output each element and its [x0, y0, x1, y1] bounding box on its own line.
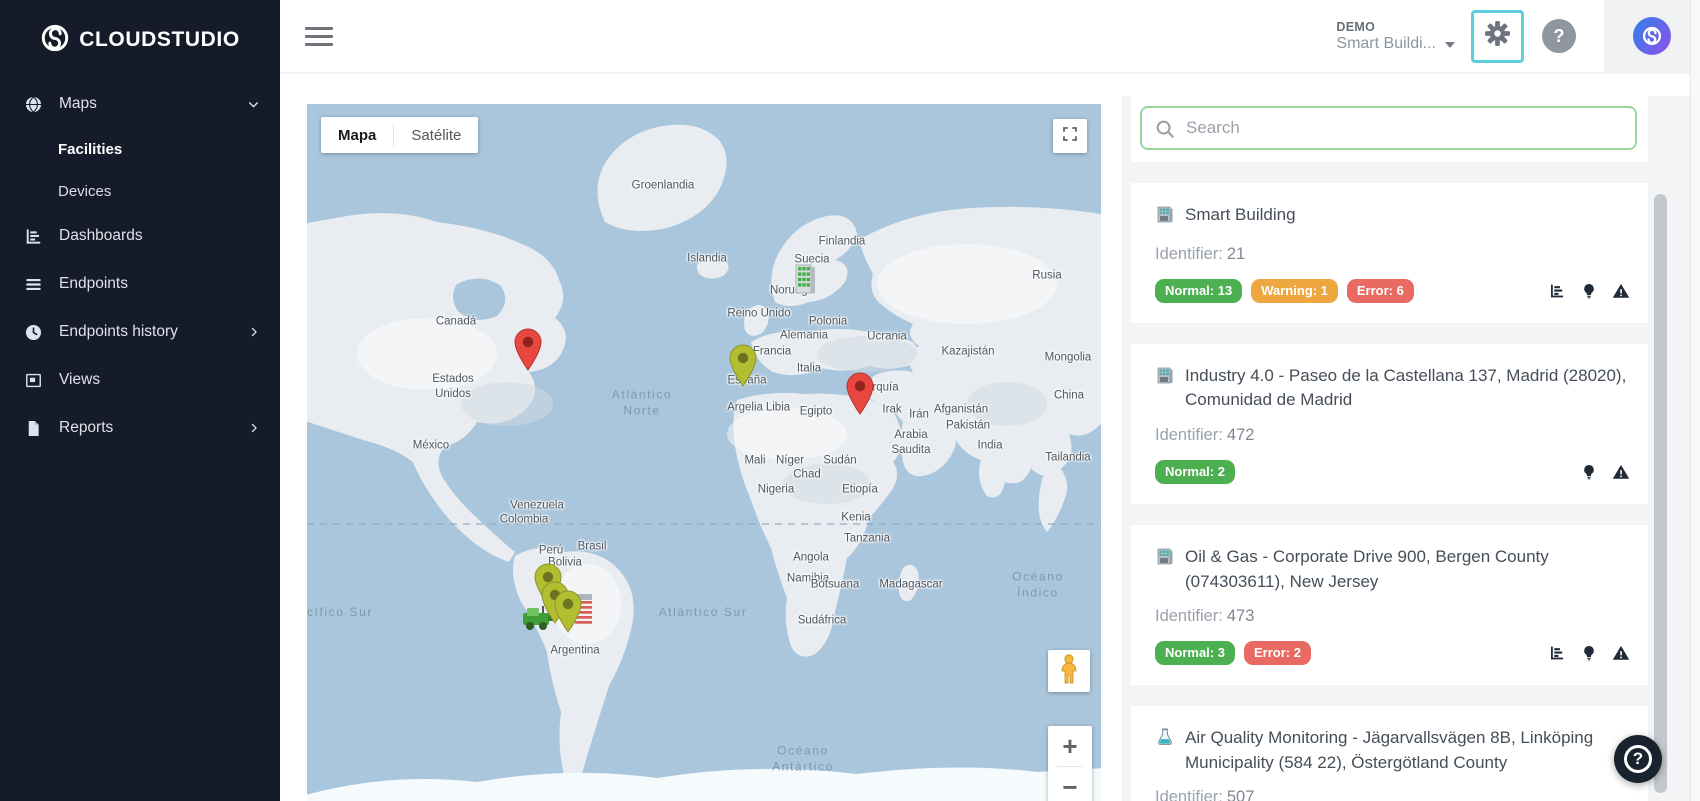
marker-pin-canada[interactable] [513, 327, 543, 376]
status-badge-normal: Normal: 2 [1155, 459, 1235, 484]
bulb-action-icon[interactable] [1581, 283, 1597, 299]
chart-action-icon[interactable] [1548, 644, 1566, 662]
facility-card-air-quality[interactable]: Air Quality Monitoring - Jägarvallsvägen… [1131, 706, 1648, 801]
marker-building-sweden[interactable] [793, 263, 818, 300]
sidebar-item-label: Endpoints history [59, 323, 178, 340]
sidebar-item-label: Devices [58, 182, 112, 200]
question-mark-icon: ? [1553, 25, 1565, 46]
chevron-right-icon [248, 326, 260, 338]
map-type-satellite-button[interactable]: Satélite [394, 127, 478, 144]
map-canvas[interactable]: Groenlandia Islandia Finlandia Suecia Norueg… [307, 104, 1101, 801]
sidebar-item-label: Views [59, 371, 101, 388]
fullscreen-icon [1061, 125, 1079, 148]
facility-name: Smart Building [1185, 205, 1296, 224]
zoom-control: + − [1048, 726, 1092, 801]
gear-icon [1484, 20, 1511, 52]
status-badge-normal: Normal: 3 [1155, 641, 1235, 666]
bulb-action-icon[interactable] [1581, 464, 1597, 480]
header-help-button[interactable]: ? [1542, 19, 1576, 53]
chart-action-icon[interactable] [1548, 282, 1566, 300]
pegman-icon [1058, 653, 1080, 689]
chevron-down-icon [247, 98, 260, 111]
facility-card-industry-4-0[interactable]: Industry 4.0 - Paseo de la Castellana 13… [1131, 343, 1648, 504]
sidebar: CLOUDSTUDIO Maps Facilities Devices Dash… [0, 0, 280, 801]
clock-icon [23, 323, 44, 342]
sidebar-item-maps[interactable]: Maps [0, 80, 280, 128]
sidebar-item-endpoints[interactable]: Endpoints [0, 260, 280, 308]
sidebar-item-facilities[interactable]: Facilities [0, 128, 280, 170]
street-view-pegman-button[interactable] [1048, 650, 1090, 692]
top-header: DEMO Smart Buildi... ? [280, 0, 1700, 73]
search-box [1140, 106, 1637, 150]
bulb-action-icon[interactable] [1581, 645, 1597, 661]
page-scrollbar[interactable] [1690, 0, 1700, 801]
panel-scrollbar[interactable] [1654, 194, 1667, 793]
fullscreen-button[interactable] [1053, 119, 1087, 153]
facility-identifier: Identifier: 507 [1155, 788, 1255, 801]
zoom-in-button[interactable]: + [1048, 726, 1092, 766]
search-input[interactable] [1142, 108, 1635, 148]
facility-identifier: Identifier: 473 [1155, 607, 1255, 626]
warning-action-icon[interactable] [1612, 463, 1630, 481]
sidebar-item-reports[interactable]: Reports [0, 404, 280, 452]
status-badge-error: Error: 2 [1243, 641, 1311, 666]
facility-name: Oil & Gas - Corporate Drive 900, Bergen … [1185, 546, 1549, 591]
facility-name: Air Quality Monitoring - Jägarvallsvägen… [1185, 728, 1594, 772]
sidebar-item-label: Endpoints [59, 275, 128, 292]
dashboard-chart-icon [23, 227, 44, 246]
marker-pin-egypt[interactable] [845, 371, 875, 420]
brand-name: CLOUDSTUDIO [79, 28, 240, 51]
report-file-icon [23, 419, 44, 438]
warning-action-icon[interactable] [1612, 282, 1630, 300]
org-selector[interactable]: DEMO Smart Buildi... [1336, 20, 1455, 53]
warning-action-icon[interactable] [1612, 644, 1630, 662]
facility-identifier: Identifier: 472 [1155, 425, 1255, 444]
facility-name: Industry 4.0 - Paseo de la Castellana 13… [1185, 365, 1627, 410]
facility-card-smart-building[interactable]: Smart Building Identifier: 21 Normal: 13 … [1131, 183, 1648, 323]
chevron-right-icon [248, 422, 260, 434]
sidebar-item-label: Maps [59, 95, 97, 112]
search-icon [1154, 118, 1176, 145]
avatar[interactable] [1633, 17, 1671, 55]
map-type-map-button[interactable]: Mapa [321, 127, 393, 144]
marker-pin-spain[interactable] [728, 343, 758, 392]
facilities-panel: Smart Building Identifier:21 Normal: 13 … [1122, 96, 1700, 801]
sidebar-item-devices[interactable]: Devices [0, 170, 280, 212]
marker-pin-south-america-3[interactable] [553, 589, 583, 638]
main-content: Groenlandia Islandia Finlandia Suecia Norueg… [280, 73, 1700, 801]
factory-icon [1155, 204, 1175, 232]
sidebar-item-endpoints-history[interactable]: Endpoints history [0, 308, 280, 356]
project-name: Smart Buildi... [1336, 34, 1436, 52]
sidebar-item-label: Dashboards [59, 227, 143, 244]
app-window: CLOUDSTUDIO Maps Facilities Devices Dash… [0, 0, 1700, 801]
factory-icon [1155, 365, 1175, 393]
question-mark-icon: ? [1624, 745, 1652, 773]
status-badge-error: Error: 6 [1346, 278, 1414, 303]
map-type-control: Mapa Satélite [321, 117, 479, 153]
image-frame-icon [23, 371, 44, 390]
facility-card-oil-gas[interactable]: Oil & Gas - Corporate Drive 900, Bergen … [1131, 524, 1648, 686]
list-lines-icon [23, 275, 44, 294]
status-badge-warning: Warning: 1 [1251, 278, 1338, 303]
org-name: DEMO [1336, 19, 1376, 34]
zoom-out-button[interactable]: − [1048, 767, 1092, 801]
settings-button[interactable] [1471, 9, 1524, 63]
sidebar-item-label: Reports [59, 419, 114, 436]
sidebar-item-dashboards[interactable]: Dashboards [0, 212, 280, 260]
globe-icon [23, 95, 44, 114]
facility-identifier: Identifier: 21 [1155, 244, 1246, 263]
status-badge-normal: Normal: 13 [1155, 278, 1243, 303]
cloudstudio-logo-icon [40, 23, 70, 58]
factory-icon [1155, 546, 1175, 574]
search-card [1131, 96, 1648, 162]
hamburger-menu-icon[interactable] [305, 26, 333, 46]
sidebar-item-label: Facilities [58, 140, 123, 158]
map-continents [307, 124, 1101, 801]
avatar-zone [1604, 0, 1700, 72]
help-floating-button[interactable]: ? [1614, 735, 1662, 783]
brand-logo[interactable]: CLOUDSTUDIO [0, 0, 280, 80]
caret-down-icon [1445, 41, 1455, 48]
sidebar-item-views[interactable]: Views [0, 356, 280, 404]
flask-icon [1155, 727, 1175, 755]
